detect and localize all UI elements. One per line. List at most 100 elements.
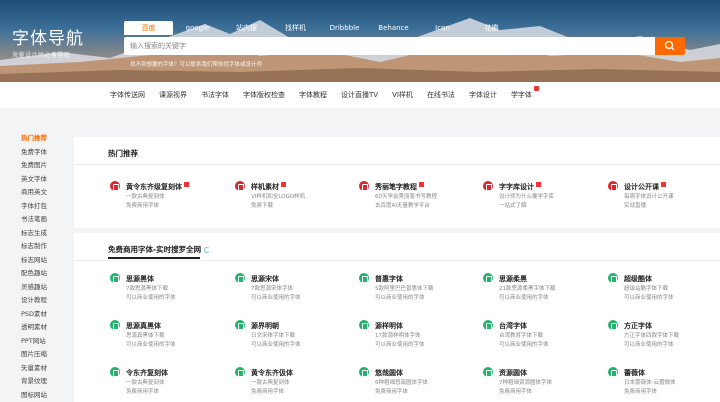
site-name: 思源真黑体 [126,322,161,330]
tab-google[interactable]: google [173,21,222,35]
site-desc: 台湾教育字体下载 [499,333,544,339]
site-icon [110,181,120,191]
nav-item-label: 学字体 [510,91,532,99]
sidebar-item[interactable]: 标志网站 [0,254,66,268]
site-desc: 每周字体设计公开课 [624,194,674,200]
site-note: 可以商业使用的字体 [126,295,176,301]
site-desc: 7种粗细资源圆体字体 [499,380,552,386]
site-icon [359,367,369,377]
site-desc: 一款古典复刻体 [126,194,165,200]
site-name: 字字库设计 [499,182,541,192]
site-name: 设计公开课 [624,182,666,192]
search-engine-tabs: 百度 google 站内搜 找样机 Dribbble Behance Icon … [124,21,516,35]
site-note: 可以商业使用的字体 [624,295,674,301]
sidebar-item[interactable]: 透明素材 [0,321,66,335]
site-name: 源界明朝 [251,322,279,330]
sidebar-item[interactable]: 标志生成 [0,227,66,241]
site-icon [608,181,618,191]
sidebar-item[interactable]: 书法笔画 [0,213,66,227]
nav-item[interactable]: 书法字体 [201,90,229,100]
site-name: 普惠字体 [375,275,403,283]
site-note: 免费商用字体 [499,389,533,395]
tab-site-search[interactable]: 站内搜 [222,21,271,35]
section-title: 免费商用字体-实时搜罗全网 [108,244,211,259]
hot-section: 热门推荐 黄令东齐级复刻体 一款古典复刻体 免费商用字体 样机素材 VI样机和全… [74,137,720,228]
site-note: 一站式了解 [499,203,527,209]
site-desc: 一款古典复刻体 [251,380,290,386]
sidebar-item[interactable]: 免费图片 [0,159,66,173]
search-button[interactable] [655,37,685,55]
site-desc: 7款思源宋体字体 [251,286,293,292]
site-name: 蕾薇体 [624,369,645,377]
site-icon [235,320,245,330]
site-note: 免费下载 [251,203,274,209]
nav-item-hot[interactable]: 学字体 [510,86,539,100]
tab-icon[interactable]: Icon [418,21,467,35]
site-name: 思源黑体 [126,275,154,283]
tab-huaban[interactable]: 花瓣 [467,21,516,35]
sidebar-item[interactable]: PSD素材 [0,308,66,322]
site-icon [483,320,493,330]
site-note: 可以商业使用的字体 [375,295,425,301]
sidebar-item[interactable]: 商用英文 [0,186,66,200]
site-icon [608,273,618,283]
tab-behance[interactable]: Behance [369,21,418,35]
site-desc: 60天学会秀丽笔书写教程 [375,194,437,200]
nav-item[interactable]: 字体教程 [299,90,327,100]
hot-tag-icon [661,182,666,187]
nav-item[interactable]: 字体设计 [469,90,497,100]
sidebar-item[interactable]: 英文字体 [0,173,66,187]
hero-banner: 字体导航 海量设计师必备导航 百度 google 站内搜 找样机 Dribbbl… [0,0,720,82]
site-desc: VI样机和全LOGO样机 [251,194,306,200]
site-icon [235,273,245,283]
site-name: 黄令东齐伋体 [251,369,293,377]
sidebar-item[interactable]: PPT网站 [0,335,66,349]
nav-item[interactable]: 在线书法 [427,90,455,100]
nav-item[interactable]: 字体版权检查 [243,90,285,100]
tab-mockup[interactable]: 找样机 [271,21,320,35]
nav-item[interactable]: 字体传送网 [110,90,145,100]
main-content: 热门推荐 黄令东齐级复刻体 一款古典复刻体 免费商用字体 样机素材 VI样机和全… [74,137,720,402]
divider [74,164,720,165]
sidebar-item[interactable]: 背景纹理 [0,375,66,389]
site-icon [235,181,245,191]
search-input[interactable]: 输入搜索的关键字 [124,37,655,55]
site-icon [608,367,618,377]
site-note: 去百度AI无量教学平台 [375,203,430,209]
site-note: 可以商业使用的字体 [251,342,301,348]
site-icon [110,367,120,377]
nav-item[interactable]: VI样机 [392,90,413,100]
nav-item[interactable]: 课源视界 [159,90,187,100]
site-desc: 日文宋体字体下载 [251,333,296,339]
hot-badge-icon [533,86,539,91]
sidebar-item[interactable]: 图片压缩 [0,348,66,362]
nav-item[interactable]: 设计直播TV [341,90,378,100]
site-name: 资源圆体 [499,369,527,377]
site-name: 悠哉圆体 [375,369,403,377]
site-icon [359,181,369,191]
tab-baidu[interactable]: 百度 [124,21,173,35]
site-icon [483,273,493,283]
site-desc: 思源真黑体下载 [126,333,165,339]
sidebar-item[interactable]: 字体打包 [0,200,66,214]
sidebar-item[interactable]: 标志制作 [0,240,66,254]
sidebar-item[interactable]: 矢量素材 [0,362,66,376]
search-icon [664,40,675,51]
title-underline [108,257,200,259]
logo-title: 字体导航 [12,29,84,49]
sidebar-item[interactable]: 热门推荐 [0,132,66,146]
site-desc: 17款源样明体字体 [375,333,421,339]
site-name: 思源柔黑 [499,275,527,283]
sidebar-item[interactable]: 灵感趣站 [0,281,66,295]
site-desc: 方正字体四款字体下载 [624,333,680,339]
sidebar-item[interactable]: 免费字体 [0,146,66,160]
site-logo[interactable]: 字体导航 海量设计师必备导航 [12,24,84,59]
tab-dribbble[interactable]: Dribbble [320,21,369,35]
sidebar-item[interactable]: 设计教程 [0,294,66,308]
site-desc: 5款阿里巴巴普惠体下载 [375,286,434,292]
category-sidebar: 热门推荐 免费字体 免费图片 英文字体 商用英文 字体打包 书法笔画 标志生成 … [0,132,66,402]
site-note: 可以商业使用的字体 [375,342,425,348]
sidebar-item[interactable]: 图标网站 [0,389,66,402]
sidebar-item[interactable]: 配色趣站 [0,267,66,281]
loading-icon [204,247,211,253]
